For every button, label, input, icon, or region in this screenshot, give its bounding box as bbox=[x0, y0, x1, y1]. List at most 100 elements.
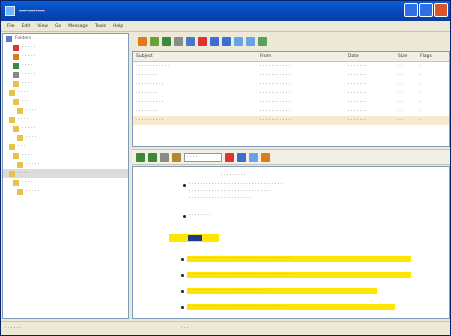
sidebar-item-label: · · · · bbox=[18, 171, 29, 176]
bullet bbox=[181, 290, 184, 293]
sidebar-item-folder[interactable]: · · · · bbox=[3, 115, 128, 124]
cell-date: · · · · · · · bbox=[348, 100, 367, 105]
menu-tools[interactable]: Tools bbox=[95, 24, 106, 29]
folder-icon bbox=[17, 188, 23, 195]
folder-icon bbox=[9, 89, 15, 96]
folder-tree[interactable]: Folders · · · · · · · · · · · · · · · · · · … bbox=[2, 33, 129, 319]
window-title: —·—·— bbox=[19, 7, 45, 15]
menu-bar: File Edit View Go Message Tools Help bbox=[1, 21, 450, 32]
preview-line: · · · · · · · · · · · · · · · · · · · · … bbox=[189, 182, 282, 187]
column-size[interactable]: Size bbox=[395, 52, 417, 61]
menu-edit[interactable]: Edit bbox=[22, 24, 31, 29]
column-date[interactable]: Date bbox=[345, 52, 395, 61]
table-row[interactable]: · · · · · · · · · · · · · · · · · · · · ·… bbox=[133, 62, 449, 71]
sidebar-item-folder[interactable]: · · · · bbox=[3, 151, 128, 160]
column-flags[interactable]: Flags bbox=[417, 52, 445, 61]
sidebar-item-folder[interactable]: · · · · · bbox=[3, 70, 128, 79]
list-icon[interactable] bbox=[249, 152, 258, 162]
sidebar-item-folder[interactable]: · · · bbox=[3, 142, 128, 151]
italic-icon[interactable] bbox=[237, 152, 246, 162]
filter-icon[interactable] bbox=[246, 37, 255, 46]
cell-date: · · · · · · · bbox=[348, 73, 367, 78]
forward-arrow-icon[interactable] bbox=[148, 152, 157, 162]
sidebar-item-folder[interactable]: · · · · bbox=[3, 169, 128, 178]
search-icon[interactable] bbox=[258, 37, 267, 46]
minimize-button[interactable] bbox=[404, 3, 418, 17]
save-icon[interactable] bbox=[160, 152, 169, 162]
sidebar-item-folder[interactable]: · · · bbox=[3, 97, 128, 106]
attach-icon[interactable] bbox=[172, 152, 181, 162]
delete-icon[interactable] bbox=[198, 37, 207, 46]
sidebar-item-folder[interactable]: · · · · · bbox=[3, 124, 128, 133]
table-row[interactable]: · · · · · · · · · · · · · · · · · · · · · … bbox=[133, 89, 449, 98]
sidebar-item-folder[interactable]: · · · · bbox=[3, 88, 128, 97]
column-from[interactable]: From bbox=[257, 52, 345, 61]
menu-help[interactable]: Help bbox=[113, 24, 123, 29]
reply-icon[interactable] bbox=[138, 37, 147, 46]
menu-go[interactable]: Go bbox=[55, 24, 61, 29]
sidebar-item-folder[interactable]: · · · · bbox=[3, 178, 128, 187]
highlighted-line: · · · · · · · · · · · · · · · · · · · · … bbox=[187, 288, 377, 294]
sidebar-item-label: · · · · bbox=[18, 117, 29, 122]
previous-icon[interactable] bbox=[210, 37, 219, 46]
cell-flags: · bbox=[420, 64, 422, 69]
highlighted-line: · · · · · · · · · · · · · · · · · · · · … bbox=[187, 304, 395, 310]
sidebar-item-folder[interactable]: · · · · · bbox=[3, 43, 128, 52]
cell-date: · · · · · · · bbox=[348, 91, 367, 96]
title-bar[interactable]: —·—·— bbox=[1, 1, 450, 21]
bullet bbox=[181, 274, 184, 277]
table-row[interactable]: · · · · · · · · · · · · · · · · · · · · ·… bbox=[133, 80, 449, 89]
sidebar-item-folder[interactable]: · · · · bbox=[3, 133, 128, 142]
highlighted-line: · · · · · · · · · · · · · · · · · · · · … bbox=[187, 256, 411, 262]
menu-message[interactable]: Message bbox=[68, 24, 88, 29]
folder-icon bbox=[9, 170, 15, 177]
preview-heading: · · · · · · · · · bbox=[221, 173, 246, 178]
message-list[interactable]: Subject From Date Size Flags · · · · · ·… bbox=[132, 51, 450, 147]
sidebar-item-label: · · · · bbox=[18, 90, 29, 95]
move-icon[interactable] bbox=[186, 37, 195, 46]
close-button[interactable] bbox=[434, 3, 448, 17]
folder-icon bbox=[13, 179, 19, 186]
sidebar-item-folder[interactable]: · · · · · bbox=[3, 52, 128, 61]
font-select[interactable]: · · · · bbox=[184, 152, 222, 162]
sidebar-item-folder[interactable]: · · · · · bbox=[3, 187, 128, 196]
next-icon[interactable] bbox=[222, 37, 231, 46]
reply-all-icon[interactable] bbox=[150, 37, 159, 46]
bullet bbox=[181, 258, 184, 261]
deleted-icon bbox=[13, 71, 19, 78]
sidebar-item-label: · · · bbox=[18, 144, 26, 149]
table-row[interactable]: · · · · · · · · · · · · · · · · · · · · ·… bbox=[133, 98, 449, 107]
folder-icon bbox=[17, 107, 23, 114]
message-preview: · · · · · · · · · · · · · · · · · · · · … bbox=[132, 166, 450, 319]
folder-icon bbox=[17, 161, 23, 168]
table-row[interactable]: · · · · · · · · · · · · · · · · · · · · · … bbox=[133, 107, 449, 116]
back-icon[interactable] bbox=[136, 152, 145, 162]
table-row[interactable]: · · · · · · · · · · · · · · · · · · · · ·… bbox=[133, 116, 449, 125]
cell-from: · · · · · · · · · · · bbox=[260, 64, 291, 69]
menu-file[interactable]: File bbox=[7, 24, 15, 29]
cell-flags: · bbox=[420, 91, 422, 96]
menu-view[interactable]: View bbox=[37, 24, 48, 29]
sidebar-item-folder[interactable]: · · · · bbox=[3, 106, 128, 115]
inbox-icon bbox=[13, 44, 19, 51]
cell-size: · · bbox=[398, 91, 403, 96]
bullet bbox=[183, 215, 186, 218]
preview-line: · · · · · · · · bbox=[189, 213, 211, 218]
app-window: —·—·— File Edit View Go Message Tools He… bbox=[0, 0, 451, 336]
flag-icon[interactable] bbox=[234, 37, 243, 46]
sidebar-item-folder[interactable]: · · · · bbox=[3, 61, 128, 70]
bullet bbox=[183, 184, 186, 187]
cell-from: · · · · · · · · · · · bbox=[260, 109, 291, 114]
table-row[interactable]: · · · · · · · · · · · · · · · · · · · · · … bbox=[133, 71, 449, 80]
print-icon[interactable] bbox=[174, 37, 183, 46]
cell-size: · · bbox=[398, 109, 403, 114]
sidebar-item-label: · · · · bbox=[22, 63, 33, 68]
color-icon[interactable] bbox=[261, 152, 270, 162]
forward-icon[interactable] bbox=[162, 37, 171, 46]
sidebar-item-folder[interactable]: Folders bbox=[3, 34, 128, 43]
bold-icon[interactable] bbox=[225, 152, 234, 162]
maximize-button[interactable] bbox=[419, 3, 433, 17]
sidebar-item-folder[interactable]: · · · · bbox=[3, 79, 128, 88]
sidebar-item-folder[interactable]: · · · · · bbox=[3, 160, 128, 169]
column-subject[interactable]: Subject bbox=[133, 52, 257, 61]
